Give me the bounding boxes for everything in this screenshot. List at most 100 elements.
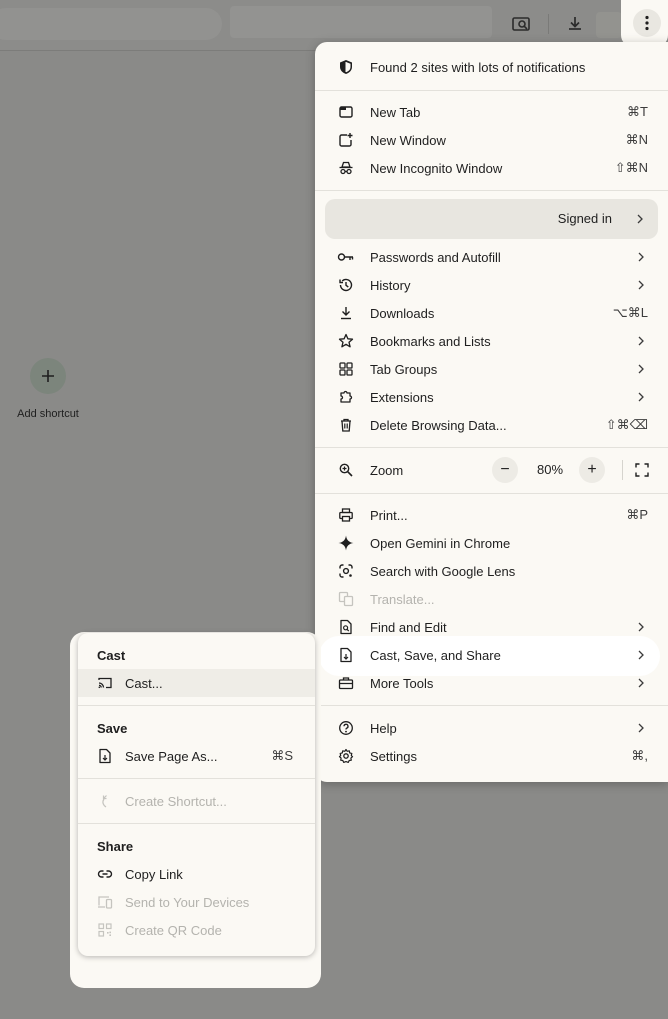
find-edit-label: Find and Edit: [370, 619, 447, 635]
google-lens-label: Search with Google Lens: [370, 563, 516, 579]
download-icon: [337, 304, 355, 322]
delete-data-shortcut: ⇧⌘⌫: [605, 417, 648, 432]
help-item[interactable]: Help: [315, 714, 668, 742]
new-incognito-item[interactable]: New Incognito Window ⇧⌘N: [315, 154, 668, 182]
gear-icon: [337, 747, 355, 765]
save-page-as-item[interactable]: Save Page As... ⌘S: [78, 742, 315, 770]
copy-link-label: Copy Link: [125, 866, 183, 882]
link-icon: [96, 865, 114, 883]
download-icon[interactable]: [561, 10, 589, 38]
translate-label: Translate...: [370, 591, 435, 607]
profile-signed-in-item[interactable]: Signed in: [325, 199, 658, 239]
chevron-right-icon: [636, 364, 646, 374]
extensions-item[interactable]: Extensions: [315, 383, 668, 411]
share-heading: Share: [97, 839, 134, 854]
zoom-out-button[interactable]: −: [492, 457, 518, 483]
cast-save-share-submenu: Cast Cast... Save Save Page As... ⌘S Cre…: [78, 633, 315, 956]
save-page-label: Save Page As...: [125, 748, 218, 764]
new-window-item[interactable]: New Window ⌘N: [315, 126, 668, 154]
trash-icon: [337, 416, 355, 434]
new-incognito-shortcut: ⇧⌘N: [614, 160, 648, 175]
qr-code-item: Create QR Code: [78, 916, 315, 944]
translate-icon: [337, 590, 355, 608]
tab-groups-icon: [337, 360, 355, 378]
cast-label: Cast...: [125, 675, 163, 691]
new-window-label: New Window: [370, 132, 446, 148]
new-incognito-label: New Incognito Window: [370, 160, 503, 176]
shield-icon: [337, 58, 355, 76]
add-shortcut-button[interactable]: [30, 358, 66, 394]
history-icon: [337, 276, 355, 294]
passwords-label: Passwords and Autofill: [370, 249, 501, 265]
find-page-icon: [337, 618, 355, 636]
downloads-label: Downloads: [370, 305, 435, 321]
send-devices-item: Send to Your Devices: [78, 888, 315, 916]
zoom-label: Zoom: [370, 462, 404, 478]
tab-groups-item[interactable]: Tab Groups: [315, 355, 668, 383]
settings-label: Settings: [370, 748, 417, 764]
printer-icon: [337, 506, 355, 524]
chevron-right-icon: [636, 723, 646, 733]
gemini-item[interactable]: Open Gemini in Chrome: [315, 529, 668, 557]
downloads-item[interactable]: Downloads ⌥⌘L: [315, 299, 668, 327]
chevron-right-icon: [636, 622, 646, 632]
print-item[interactable]: Print... ⌘P: [315, 501, 668, 529]
cast-heading: Cast: [97, 648, 126, 663]
cast-save-share-item[interactable]: Cast, Save, and Share: [315, 641, 668, 669]
menu-divider: [315, 190, 668, 191]
save-page-icon: [96, 747, 114, 765]
history-item[interactable]: History: [315, 271, 668, 299]
save-page-icon: [337, 646, 355, 664]
toolbar-separator: [548, 14, 549, 34]
kebab-menu-icon[interactable]: [633, 9, 661, 37]
qr-code-label: Create QR Code: [125, 922, 222, 938]
new-tab-shortcut: ⌘T: [627, 104, 648, 119]
shortcut-icon: [96, 792, 114, 810]
cast-item[interactable]: Cast...: [78, 669, 315, 697]
create-shortcut-label: Create Shortcut...: [125, 793, 227, 809]
puzzle-icon: [337, 388, 355, 406]
fullscreen-icon[interactable]: [629, 457, 655, 483]
toolbox-icon: [337, 674, 355, 692]
new-tab-item[interactable]: New Tab ⌘T: [315, 98, 668, 126]
menu-divider: [315, 493, 668, 494]
chevron-right-icon: [636, 678, 646, 688]
new-tab-icon: [337, 103, 355, 121]
print-shortcut: ⌘P: [626, 507, 648, 522]
qr-code-icon: [96, 921, 114, 939]
send-devices-label: Send to Your Devices: [125, 894, 250, 910]
passwords-item[interactable]: Passwords and Autofill: [315, 243, 668, 271]
profile-avatar[interactable]: [596, 12, 622, 38]
notification-banner-text: Found 2 sites with lots of notifications: [370, 59, 586, 75]
downloads-shortcut: ⌥⌘L: [612, 305, 648, 320]
delete-data-label: Delete Browsing Data...: [370, 417, 507, 433]
zoom-in-button[interactable]: +: [579, 457, 605, 483]
google-lens-item[interactable]: Search with Google Lens: [315, 557, 668, 585]
submenu-divider: [78, 823, 315, 824]
chevron-right-icon: [636, 650, 646, 660]
tab-groups-label: Tab Groups: [370, 361, 438, 377]
zoom-icon: [337, 461, 355, 479]
google-lens-icon: [337, 562, 355, 580]
more-tools-label: More Tools: [370, 675, 434, 691]
settings-item[interactable]: Settings ⌘,: [315, 742, 668, 770]
delete-data-item[interactable]: Delete Browsing Data... ⇧⌘⌫: [315, 411, 668, 439]
cast-icon: [96, 674, 114, 692]
menu-divider: [315, 447, 668, 448]
address-bar[interactable]: [0, 8, 222, 40]
copy-link-item[interactable]: Copy Link: [78, 860, 315, 888]
chevron-right-icon: [636, 280, 646, 290]
gemini-label: Open Gemini in Chrome: [370, 535, 511, 551]
new-window-shortcut: ⌘N: [625, 132, 648, 147]
notification-banner[interactable]: Found 2 sites with lots of notifications: [315, 53, 668, 81]
incognito-icon: [337, 159, 355, 177]
signed-in-label: Signed in: [557, 211, 612, 226]
chevron-right-icon: [636, 214, 644, 224]
add-shortcut-label: Add shortcut: [17, 408, 79, 420]
create-shortcut-item: Create Shortcut...: [78, 787, 315, 815]
bookmarks-item[interactable]: Bookmarks and Lists: [315, 327, 668, 355]
settings-shortcut: ⌘,: [631, 748, 648, 763]
cast-save-share-label: Cast, Save, and Share: [370, 647, 501, 663]
menu-divider: [315, 90, 668, 91]
search-tab-icon[interactable]: [507, 10, 535, 38]
